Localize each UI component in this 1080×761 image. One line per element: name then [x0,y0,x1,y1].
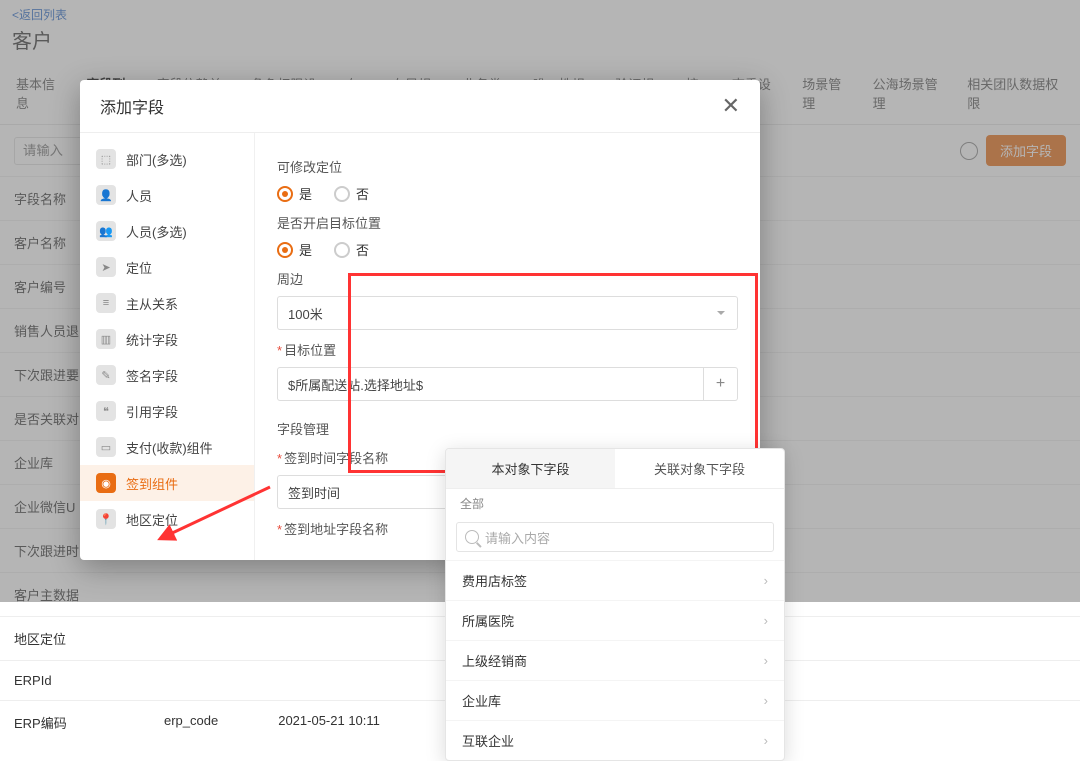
field-type-sidebar: ⬚部门(多选)👤人员👥人员(多选)➤定位≡主从关系▥统计字段✎签名字段❝引用字段… [80,133,255,560]
popover-breadcrumb: 全部 [446,489,784,518]
field-type-icon: 👤 [96,185,116,205]
chevron-right-icon: › [764,693,768,708]
chevron-right-icon: › [764,613,768,628]
field-picker-popover: 本对象下字段 关联对象下字段 全部 请输入内容 费用店标签›所属医院›上级经销商… [445,448,785,761]
sidebar-item-4[interactable]: ≡主从关系 [80,285,254,321]
modifiable-no-radio[interactable]: 否 [334,184,369,203]
add-target-button[interactable]: + [704,367,738,401]
popover-item[interactable]: 所属医院› [446,600,784,640]
section-label: 字段管理 [277,419,738,438]
chevron-right-icon: › [764,653,768,668]
popover-item[interactable]: 企业库› [446,680,784,720]
field-type-icon: 📍 [96,509,116,529]
popover-item[interactable]: 费用店标签› [446,560,784,600]
popover-search-input[interactable]: 请输入内容 [456,522,774,552]
chevron-right-icon: › [764,573,768,588]
sidebar-item-2[interactable]: 👥人员(多选) [80,213,254,249]
sidebar-item-8[interactable]: ▭支付(收款)组件 [80,429,254,465]
enable-target-label: 是否开启目标位置 [277,213,738,232]
range-label: 周边 [277,269,738,288]
sidebar-item-1[interactable]: 👤人员 [80,177,254,213]
enable-target-no-radio[interactable]: 否 [334,240,369,259]
sidebar-item-9[interactable]: ◉签到组件 [80,465,254,501]
sidebar-item-0[interactable]: ⬚部门(多选) [80,141,254,177]
field-type-icon: ▥ [96,329,116,349]
close-icon[interactable]: ✕ [722,95,740,117]
chevron-right-icon: › [764,733,768,748]
field-type-icon: ▭ [96,437,116,457]
popover-item[interactable]: 互联企业› [446,720,784,760]
popover-item[interactable]: 上级经销商› [446,640,784,680]
modifiable-label: 可修改定位 [277,157,738,176]
target-label: *目标位置 [277,340,738,359]
popover-tab-related[interactable]: 关联对象下字段 [615,449,784,489]
sidebar-item-10[interactable]: 📍地区定位 [80,501,254,537]
field-type-icon: ≡ [96,293,116,313]
modal-title: 添加字段 [100,94,722,118]
field-type-icon: ✎ [96,365,116,385]
field-type-icon: 👥 [96,221,116,241]
field-type-icon: ⬚ [96,149,116,169]
field-type-icon: ❝ [96,401,116,421]
sidebar-item-3[interactable]: ➤定位 [80,249,254,285]
modifiable-yes-radio[interactable]: 是 [277,184,312,203]
sidebar-item-7[interactable]: ❝引用字段 [80,393,254,429]
search-icon [465,530,479,544]
popover-tab-current[interactable]: 本对象下字段 [446,449,615,489]
enable-target-yes-radio[interactable]: 是 [277,240,312,259]
target-input[interactable]: $所属配送站.选择地址$ [277,367,704,401]
field-type-icon: ◉ [96,473,116,493]
sidebar-item-5[interactable]: ▥统计字段 [80,321,254,357]
field-type-icon: ➤ [96,257,116,277]
range-select[interactable]: 100米 [277,296,738,330]
sidebar-item-6[interactable]: ✎签名字段 [80,357,254,393]
